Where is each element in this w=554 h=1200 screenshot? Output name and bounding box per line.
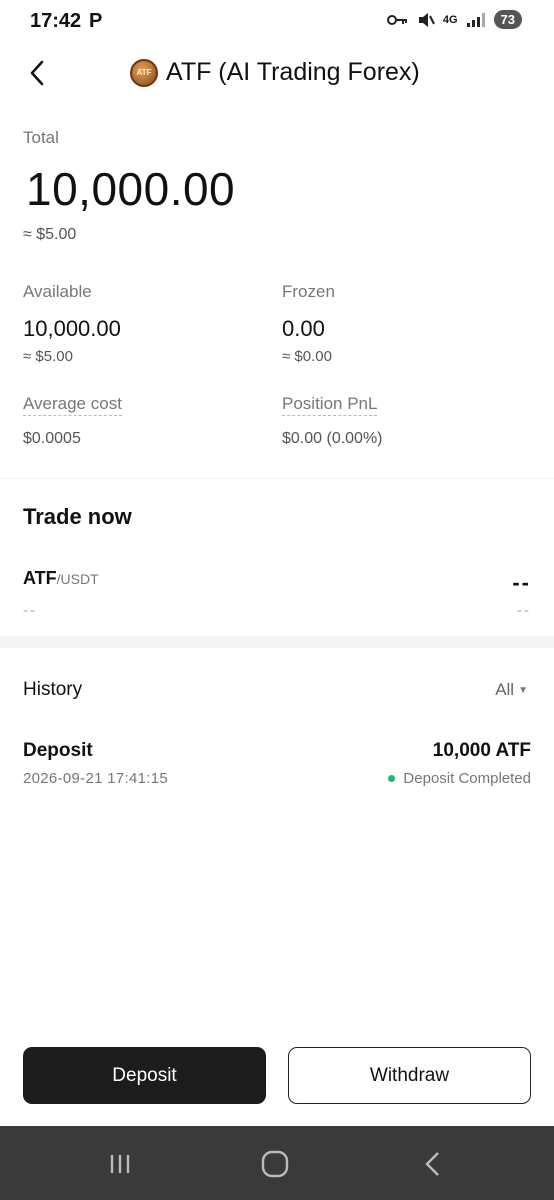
total-usd-value: ≈ $5.00 bbox=[23, 226, 77, 243]
history-status-text: Deposit Completed bbox=[403, 770, 531, 787]
system-nav-bar bbox=[0, 1126, 554, 1200]
history-amount: 10,000 ATF bbox=[432, 740, 531, 761]
history-type: Deposit bbox=[23, 740, 93, 761]
chevron-left-icon bbox=[30, 60, 44, 86]
coin-logo-icon: ATF bbox=[130, 58, 158, 87]
key-icon bbox=[386, 14, 407, 25]
frozen-value: 0.00 bbox=[282, 316, 325, 341]
back-button[interactable] bbox=[20, 56, 54, 90]
home-icon bbox=[261, 1150, 289, 1178]
caret-down-icon: ▼ bbox=[518, 684, 528, 696]
deposit-button[interactable]: Deposit bbox=[23, 1047, 266, 1104]
app-notification-icon: P bbox=[89, 10, 103, 32]
avg-cost-stat: Average cost $0.0005 bbox=[23, 394, 122, 448]
nav-back-button[interactable] bbox=[412, 1144, 452, 1184]
history-filter-value: All bbox=[495, 680, 515, 699]
total-label: Total bbox=[23, 128, 59, 147]
pnl-value: $0.00 (0.00%) bbox=[282, 430, 383, 447]
history-row[interactable]: Deposit 10,000 ATF 2026-09-21 17:41:15 D… bbox=[23, 740, 531, 800]
frozen-usd: ≈ $0.00 bbox=[282, 348, 332, 365]
pair-price: -- bbox=[512, 570, 531, 595]
frozen-label: Frozen bbox=[282, 282, 335, 301]
history-title: History bbox=[23, 679, 83, 700]
trade-now-title: Trade now bbox=[23, 504, 132, 529]
battery-indicator: 73 bbox=[493, 10, 522, 29]
withdraw-button[interactable]: Withdraw bbox=[288, 1047, 531, 1104]
avg-cost-label[interactable]: Average cost bbox=[23, 394, 122, 416]
history-time: 2026-09-21 17:41:15 bbox=[23, 770, 168, 787]
back-icon bbox=[425, 1152, 439, 1176]
pnl-label[interactable]: Position PnL bbox=[282, 394, 378, 416]
header: ATF ATF (AI Trading Forex) bbox=[0, 48, 554, 100]
recent-apps-icon bbox=[110, 1155, 130, 1173]
available-usd: ≈ $5.00 bbox=[23, 348, 73, 365]
pnl-stat: Position PnL $0.00 (0.00%) bbox=[282, 394, 383, 448]
pair-change: -- bbox=[517, 602, 531, 619]
status-icons: 4G 73 bbox=[386, 10, 522, 29]
divider bbox=[0, 478, 554, 479]
avg-cost-value: $0.0005 bbox=[23, 430, 81, 447]
section-divider bbox=[0, 636, 554, 648]
home-button[interactable] bbox=[255, 1144, 295, 1184]
status-dot-icon bbox=[388, 775, 396, 782]
history-filter-dropdown[interactable]: All ▼ bbox=[495, 680, 528, 700]
total-value: 10,000.00 bbox=[26, 163, 236, 215]
recent-apps-button[interactable] bbox=[100, 1144, 140, 1184]
frozen-stat: Frozen 0.00 ≈ $0.00 bbox=[282, 282, 335, 365]
signal-icon bbox=[466, 12, 485, 27]
available-value: 10,000.00 bbox=[23, 316, 121, 341]
available-stat: Available 10,000.00 ≈ $5.00 bbox=[23, 282, 121, 365]
available-label: Available bbox=[23, 282, 92, 301]
history-status: Deposit Completed bbox=[388, 770, 531, 787]
title-wrap: ATF ATF (AI Trading Forex) bbox=[130, 58, 420, 87]
page-title: ATF (AI Trading Forex) bbox=[166, 58, 420, 86]
mute-icon bbox=[418, 12, 435, 27]
status-bar: 17:42 P 4G 73 bbox=[0, 0, 554, 44]
pair-base: ATF bbox=[23, 568, 57, 588]
network-type: 4G bbox=[442, 13, 458, 26]
pair-sub-left: -- bbox=[23, 602, 37, 619]
trade-pair-row[interactable]: ATF/USDT -- -- -- bbox=[23, 568, 531, 628]
pair-quote: /USDT bbox=[56, 571, 99, 587]
status-time: 17:42 bbox=[30, 10, 82, 32]
